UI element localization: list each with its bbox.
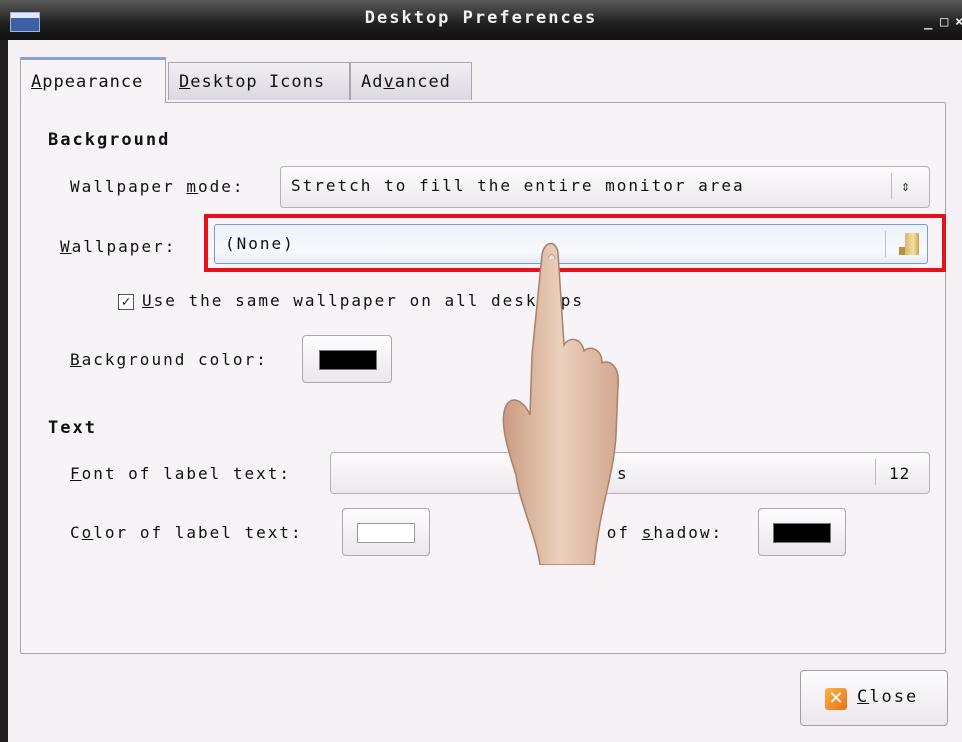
tab-appearance[interactable]: Appearance [20, 57, 166, 103]
close-window-icon[interactable]: × [955, 14, 962, 30]
font-label: Font of label text: [70, 464, 292, 483]
background-color-button[interactable] [302, 335, 392, 383]
pointing-hand-icon [502, 242, 619, 565]
wallpaper-label: Wallpaper: [60, 237, 177, 256]
shadow-color-swatch [773, 523, 831, 543]
wallpaper-mode-select[interactable]: Stretch to fill the entire monitor area … [280, 166, 930, 208]
font-size: 12 [889, 464, 911, 483]
label-color-label: Color of label text: [70, 523, 303, 542]
same-wallpaper-checkbox[interactable]: ✓ [118, 294, 134, 310]
minimize-icon[interactable]: _ [924, 14, 932, 30]
close-button[interactable]: ✕ Close [800, 670, 948, 726]
window-title: Desktop Preferences [364, 8, 598, 28]
background-color-label: Background color: [70, 350, 268, 369]
window-frame [0, 40, 8, 742]
tab-desktop-icons[interactable]: Desktop Icons [168, 62, 350, 100]
text-heading: Text [48, 418, 97, 438]
label-color-button[interactable] [342, 508, 430, 556]
tab-advanced[interactable]: Advanced [350, 62, 472, 100]
title-bar: Desktop Preferences _ □ × [0, 0, 962, 40]
close-icon: ✕ [825, 688, 847, 710]
updown-chevron-icon: ⇕ [901, 177, 911, 195]
background-heading: Background [48, 130, 171, 150]
background-color-swatch [319, 350, 377, 370]
shadow-color-button[interactable] [758, 508, 846, 556]
wallpaper-mode-label: Wallpaper mode: [70, 177, 245, 196]
wallpaper-mode-value: Stretch to fill the entire monitor area [291, 176, 745, 195]
maximize-icon[interactable]: □ [940, 14, 948, 30]
label-color-swatch [357, 523, 415, 543]
close-label: Close [857, 687, 919, 707]
